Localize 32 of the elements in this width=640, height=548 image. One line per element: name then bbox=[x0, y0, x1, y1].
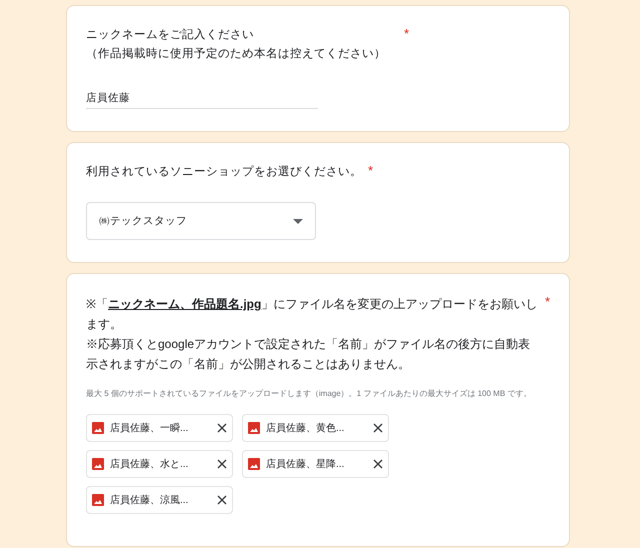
required-mark: * bbox=[404, 26, 410, 41]
question-title: ※応募頂くとgoogleアカウントで設定された「名前」がファイル名の後方に自動表示されますがこの「名前」が公開されることはありません。 bbox=[86, 336, 532, 373]
file-chip[interactable]: 店員佐藤、涼風... bbox=[86, 486, 233, 514]
image-icon bbox=[92, 422, 104, 434]
file-name: 店員佐藤、星降... bbox=[266, 458, 346, 471]
question-title: ニックネームをご記入ください bbox=[86, 28, 255, 43]
close-icon[interactable] bbox=[217, 423, 227, 433]
image-icon bbox=[248, 422, 260, 434]
file-chip[interactable]: 店員佐藤、星降... bbox=[242, 450, 389, 478]
close-icon[interactable] bbox=[373, 459, 383, 469]
file-chip[interactable]: 店員佐藤、一瞬... bbox=[86, 414, 233, 442]
image-icon bbox=[248, 458, 260, 470]
file-name: 店員佐藤、水と... bbox=[110, 458, 190, 471]
dropdown[interactable]: ㈱テックスタッフ bbox=[86, 202, 316, 240]
required-mark: * bbox=[368, 163, 374, 178]
image-icon bbox=[92, 494, 104, 506]
input-field[interactable]: 店員佐藤 bbox=[86, 88, 318, 109]
question-title: 利用されているソニーショップをお選びください。 bbox=[86, 164, 362, 180]
file-chip[interactable]: 店員佐藤、黄色... bbox=[242, 414, 389, 442]
caret-icon bbox=[293, 218, 303, 224]
upload-hint: 最大 5 個のサポートされているファイルをアップロードします（image）。1 ファイルあたりの最大サイズは 100 MB です。 bbox=[86, 388, 532, 400]
close-icon[interactable] bbox=[373, 423, 383, 433]
question-title: ※「ニックネーム、作品題名.jpg」にファイル名を変更の上アップロードをお願いします。 bbox=[86, 296, 538, 333]
file-chip[interactable]: 店員佐藤、水と... bbox=[86, 450, 233, 478]
file-name: 店員佐藤、涼風... bbox=[110, 494, 190, 507]
close-icon[interactable] bbox=[217, 495, 227, 505]
required-mark: * bbox=[544, 294, 550, 309]
close-icon[interactable] bbox=[217, 459, 227, 469]
file-name: 店員佐藤、一瞬... bbox=[110, 422, 190, 435]
file-name: 店員佐藤、黄色... bbox=[266, 422, 346, 435]
question-title: （作品掲載時に使用予定のため本名は控えてください） bbox=[86, 46, 387, 62]
image-icon bbox=[92, 458, 104, 470]
